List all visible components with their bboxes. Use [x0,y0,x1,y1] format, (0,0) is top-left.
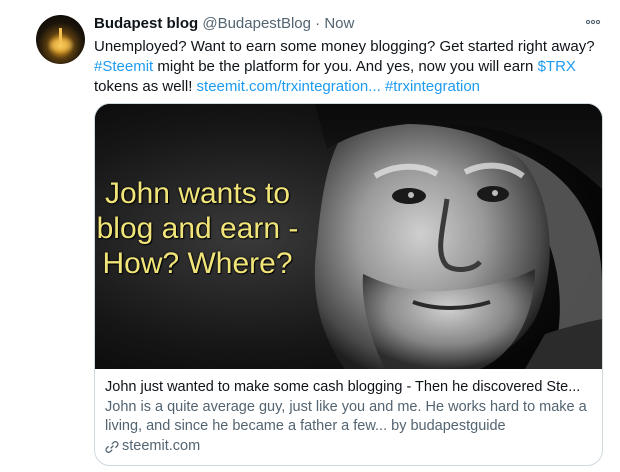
avatar-spire [59,28,62,42]
card-domain[interactable]: steemit.com [105,437,592,456]
tweet-text-part2: might be the platform for you. And yes, … [153,58,538,75]
link-icon [105,440,119,454]
user-handle[interactable]: @BudapestBlog [202,15,311,32]
card-description: John is a quite average guy, just like y… [105,399,587,434]
tweet[interactable]: Budapest blog @BudapestBlog · Now Unempl… [0,0,620,472]
tweet-text-part1: Unemployed? Want to earn some money blog… [94,38,595,55]
timestamp[interactable]: Now [324,15,354,32]
hashtag-steemit-link[interactable]: #Steemit [94,58,153,75]
more-options-icon[interactable] [583,13,603,33]
display-name[interactable]: Budapest blog [94,15,198,32]
avatar[interactable] [36,15,85,64]
tweet-header: Budapest blog @BudapestBlog · Now [94,14,354,34]
card-image-caption: John wants to blog and earn - How? Where… [96,177,299,280]
tweet-text: Unemployed? Want to earn some money blog… [94,37,604,97]
card-image[interactable]: John wants to blog and earn - How? Where… [95,104,602,369]
header-separator: · [315,15,321,32]
tweet-text-part3: tokens as well! [94,78,197,95]
card-info[interactable]: John just wanted to make some cash blogg… [95,370,602,456]
card-title[interactable]: John just wanted to make some cash blogg… [105,378,592,397]
card-domain-text: steemit.com [122,438,201,454]
hashtag-trxintegration-link[interactable]: #trxintegration [385,78,480,95]
link-preview-card[interactable]: John wants to blog and earn - How? Where… [94,103,603,466]
url-link[interactable]: steemit.com/trxintegration... [197,78,381,95]
cashtag-trx-link[interactable]: $TRX [538,58,576,75]
